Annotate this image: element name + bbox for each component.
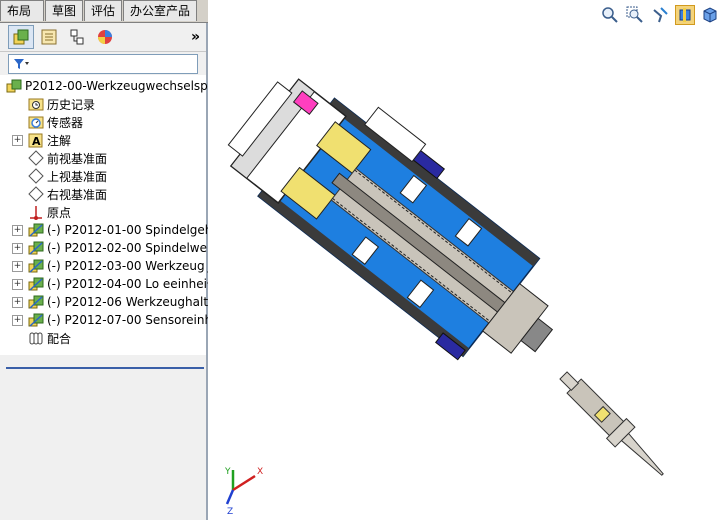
tree-item-subassembly[interactable]: (-) P2012-01-00 Spindelgeh xyxy=(28,221,212,239)
history-folder-icon xyxy=(28,96,44,112)
expand-toggle[interactable]: + xyxy=(12,279,23,290)
subassembly-icon xyxy=(28,240,44,256)
feature-tree-icon xyxy=(13,29,29,45)
tree-item-label: 上视基准面 xyxy=(47,169,108,184)
tree-item-label: 配合 xyxy=(47,331,72,346)
tree-item-history[interactable]: 历史记录 xyxy=(28,95,95,113)
tree-item-label: (-) P2012-04-00 Lo eeinhei xyxy=(47,277,207,291)
expand-toggle[interactable]: + xyxy=(12,297,23,308)
rollback-bar[interactable] xyxy=(6,367,204,369)
svg-text:A: A xyxy=(32,135,41,148)
tree-item-annotations[interactable]: A 注解 xyxy=(28,131,71,149)
subassembly-icon xyxy=(28,222,44,238)
graphics-area[interactable]: Y X Z xyxy=(208,0,724,520)
plane-icon xyxy=(28,168,44,184)
annotation-icon: A xyxy=(28,132,44,148)
tree-item-origin[interactable]: 原点 xyxy=(28,203,71,221)
feature-manager-panel: » P2012-00-Werkzeugwechselsp 历史记录 传感器 + … xyxy=(0,23,212,520)
sensor-icon xyxy=(28,114,44,130)
feature-tree: P2012-00-Werkzeugwechselsp 历史记录 传感器 + A … xyxy=(0,75,212,355)
tree-filter[interactable] xyxy=(8,54,198,74)
tool-holder-model xyxy=(559,371,664,476)
mates-icon xyxy=(28,330,44,346)
triad-z-label: Z xyxy=(227,507,233,517)
tree-item-mates[interactable]: 配合 xyxy=(28,329,71,347)
expand-toggle[interactable]: + xyxy=(12,225,23,236)
tree-item-label: (-) P2012-07-00 Sensoreinh xyxy=(47,313,213,327)
coordinate-triad: Y X Z xyxy=(224,467,263,517)
property-manager-icon xyxy=(41,29,57,45)
tree-item-right-plane[interactable]: 右视基准面 xyxy=(28,185,107,203)
tree-item-label: 注解 xyxy=(47,133,72,148)
tab-layout[interactable]: 布局 xyxy=(0,0,44,21)
expand-toggle[interactable]: + xyxy=(12,243,23,254)
filter-icon xyxy=(14,59,29,69)
model-viewport: Y X Z xyxy=(224,78,664,517)
tree-item-label: (-) P2012-06 Werkzeughalt xyxy=(47,295,209,309)
tree-root-assembly[interactable]: P2012-00-Werkzeugwechselsp xyxy=(6,77,208,95)
subassembly-icon xyxy=(28,294,44,310)
tree-item-label: (-) P2012-03-00 Werkzeug xyxy=(47,259,205,273)
tree-item-subassembly[interactable]: (-) P2012-06 Werkzeughalt xyxy=(28,293,208,311)
tree-item-subassembly[interactable]: (-) P2012-02-00 Spindelwel xyxy=(28,239,210,257)
command-manager-tabs: 布局 草图 评估 办公室产品 xyxy=(0,0,232,23)
tree-item-label: 历史记录 xyxy=(47,97,96,112)
tree-item-sensors[interactable]: 传感器 xyxy=(28,113,83,131)
tree-item-label: 前视基准面 xyxy=(47,151,108,166)
triad-y-label: Y xyxy=(224,467,231,477)
configuration-manager-tab[interactable] xyxy=(64,25,90,49)
tree-item-label: (-) P2012-01-00 Spindelgeh xyxy=(47,223,213,237)
spindle-assembly-model xyxy=(227,78,554,361)
tree-item-top-plane[interactable]: 上视基准面 xyxy=(28,167,107,185)
panel-toolbar: » xyxy=(0,23,206,52)
tree-item-label: 右视基准面 xyxy=(47,187,108,202)
display-manager-icon xyxy=(98,30,112,44)
subassembly-icon xyxy=(28,276,44,292)
tab-office-products[interactable]: 办公室产品 xyxy=(123,0,198,21)
tree-item-subassembly[interactable]: (-) P2012-04-00 Lo eeinhei xyxy=(28,275,207,293)
subassembly-icon xyxy=(28,312,44,328)
configuration-manager-icon xyxy=(70,29,84,45)
triad-x-label: X xyxy=(257,467,263,477)
panel-collapse-chevron[interactable]: » xyxy=(191,29,200,45)
feature-manager-tab[interactable] xyxy=(8,25,34,49)
tree-item-front-plane[interactable]: 前视基准面 xyxy=(28,149,107,167)
tree-root-label: P2012-00-Werkzeugwechselsp xyxy=(25,79,208,93)
subassembly-icon xyxy=(28,258,44,274)
expand-toggle[interactable]: + xyxy=(12,315,23,326)
tree-item-label: 原点 xyxy=(47,205,72,220)
tree-item-subassembly[interactable]: (-) P2012-07-00 Sensoreinh xyxy=(28,311,212,329)
expand-toggle[interactable]: + xyxy=(12,261,23,272)
plane-icon xyxy=(28,150,44,166)
plane-icon xyxy=(28,186,44,202)
display-manager-tab[interactable] xyxy=(92,25,118,49)
assembly-icon xyxy=(6,78,22,94)
tree-item-label: 传感器 xyxy=(47,115,84,130)
tab-sketch[interactable]: 草图 xyxy=(45,0,84,21)
tab-evaluate[interactable]: 评估 xyxy=(84,0,123,21)
tree-item-label: (-) P2012-02-00 Spindelwel xyxy=(47,241,211,255)
property-manager-tab[interactable] xyxy=(36,25,62,49)
origin-icon xyxy=(28,204,44,220)
tree-item-subassembly[interactable]: (-) P2012-03-00 Werkzeug xyxy=(28,257,205,275)
expand-toggle[interactable]: + xyxy=(12,135,23,146)
